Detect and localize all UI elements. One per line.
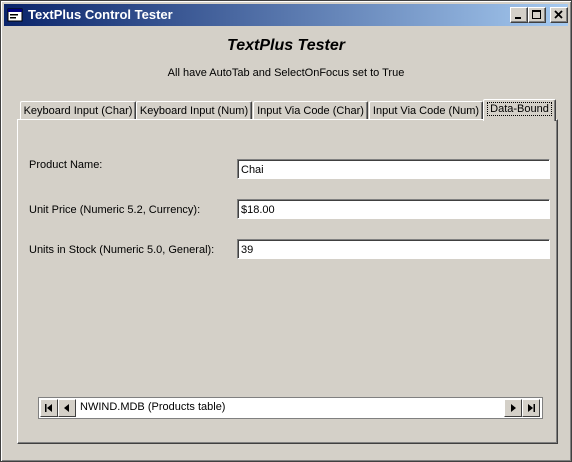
title-bar[interactable]: TextPlus Control Tester bbox=[4, 4, 568, 26]
product-name-field[interactable]: Chai bbox=[237, 159, 550, 179]
move-next-button[interactable] bbox=[504, 399, 522, 417]
move-next-icon bbox=[511, 404, 516, 412]
move-last-button[interactable] bbox=[522, 399, 540, 417]
units-in-stock-field[interactable]: 39 bbox=[237, 239, 550, 259]
window-title: TextPlus Control Tester bbox=[28, 7, 173, 22]
close-button[interactable] bbox=[550, 7, 568, 23]
unit-price-field[interactable]: $18.00 bbox=[237, 199, 550, 219]
page-subtitle: All have AutoTab and SelectOnFocus set t… bbox=[167, 67, 405, 79]
move-first-button[interactable] bbox=[40, 399, 58, 417]
tab-input-via-code-char[interactable]: Input Via Code (Char) bbox=[253, 101, 368, 120]
main-window: TextPlus Control Tester TextPlus Tester … bbox=[0, 0, 572, 462]
unit-price-label: Unit Price (Numeric 5.2, Currency): bbox=[29, 204, 201, 216]
tab-label: Keyboard Input (Num) bbox=[139, 105, 249, 117]
move-first-icon bbox=[45, 404, 52, 412]
move-previous-button[interactable] bbox=[58, 399, 76, 417]
data-control-caption: NWIND.MDB (Products table) bbox=[80, 401, 226, 413]
tab-keyboard-input-num[interactable]: Keyboard Input (Num) bbox=[136, 101, 252, 120]
tab-data-bound[interactable]: Data-Bound bbox=[483, 99, 556, 121]
tab-label: Input Via Code (Char) bbox=[257, 105, 364, 117]
minimize-button[interactable] bbox=[510, 7, 528, 23]
page-title: TextPlus Tester bbox=[227, 37, 345, 54]
move-previous-icon bbox=[64, 404, 69, 412]
tab-label: Keyboard Input (Char) bbox=[23, 105, 133, 117]
tab-input-via-code-num[interactable]: Input Via Code (Num) bbox=[369, 101, 483, 120]
maximize-button[interactable] bbox=[528, 7, 546, 23]
tab-keyboard-input-char[interactable]: Keyboard Input (Char) bbox=[20, 101, 136, 120]
tab-label: Input Via Code (Num) bbox=[372, 105, 480, 117]
app-icon[interactable] bbox=[7, 7, 23, 23]
units-in-stock-label: Units in Stock (Numeric 5.0, General): bbox=[29, 244, 215, 256]
product-name-label: Product Name: bbox=[29, 159, 103, 171]
minimize-icon bbox=[515, 17, 521, 19]
maximize-icon bbox=[532, 10, 541, 19]
close-icon bbox=[554, 10, 563, 19]
data-control[interactable]: NWIND.MDB (Products table) bbox=[38, 397, 543, 419]
tab-label: Data-Bound bbox=[487, 102, 552, 116]
move-last-icon bbox=[528, 404, 535, 412]
